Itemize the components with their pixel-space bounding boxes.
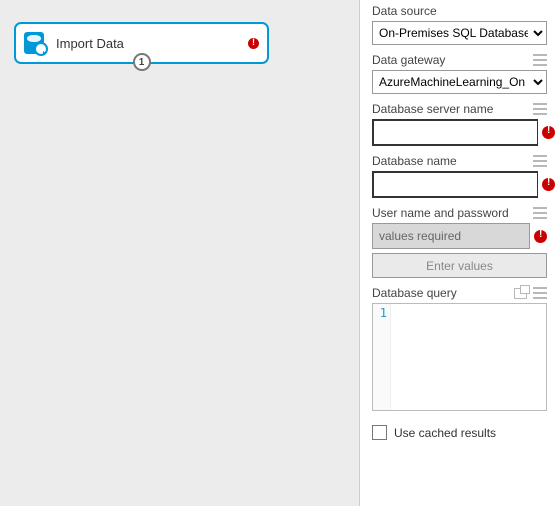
- import-data-module[interactable]: Import Data 1: [14, 22, 269, 64]
- data-gateway-select[interactable]: AzureMachineLearning_On: [372, 70, 547, 94]
- error-icon: [542, 126, 555, 139]
- server-name-field: Database server name: [372, 102, 547, 146]
- server-name-input[interactable]: [372, 119, 538, 146]
- cached-results-row: Use cached results: [372, 425, 547, 440]
- data-source-select[interactable]: On-Premises SQL Database: [372, 21, 547, 45]
- credentials-label: User name and password: [372, 206, 509, 220]
- query-editor[interactable]: 1: [372, 303, 547, 411]
- database-name-field: Database name: [372, 154, 547, 198]
- enter-values-button[interactable]: Enter values: [372, 253, 547, 278]
- data-gateway-field: Data gateway AzureMachineLearning_On: [372, 53, 547, 94]
- cached-results-label: Use cached results: [394, 426, 496, 440]
- database-import-icon: [24, 32, 44, 54]
- server-name-label: Database server name: [372, 102, 493, 116]
- module-title: Import Data: [56, 36, 248, 51]
- data-source-field: Data source On-Premises SQL Database: [372, 4, 547, 45]
- output-port-1[interactable]: 1: [133, 53, 151, 71]
- error-icon: [542, 178, 555, 191]
- cached-results-checkbox[interactable]: [372, 425, 387, 440]
- credentials-status: values required: [372, 223, 530, 249]
- error-icon: [248, 38, 259, 49]
- database-name-label: Database name: [372, 154, 457, 168]
- data-gateway-label: Data gateway: [372, 53, 445, 67]
- designer-canvas[interactable]: Import Data 1: [0, 0, 360, 506]
- error-icon: [534, 230, 547, 243]
- database-query-label: Database query: [372, 286, 457, 300]
- query-text[interactable]: [391, 304, 546, 410]
- popout-icon[interactable]: [514, 288, 527, 299]
- menu-icon[interactable]: [533, 207, 547, 219]
- database-query-field: Database query 1: [372, 286, 547, 411]
- database-name-input[interactable]: [372, 171, 538, 198]
- line-number: 1: [373, 304, 391, 410]
- menu-icon[interactable]: [533, 287, 547, 299]
- menu-icon[interactable]: [533, 54, 547, 66]
- menu-icon[interactable]: [533, 103, 547, 115]
- data-source-label: Data source: [372, 4, 437, 18]
- credentials-field: User name and password values required E…: [372, 206, 547, 278]
- menu-icon[interactable]: [533, 155, 547, 167]
- properties-panel: Data source On-Premises SQL Database Dat…: [360, 0, 559, 506]
